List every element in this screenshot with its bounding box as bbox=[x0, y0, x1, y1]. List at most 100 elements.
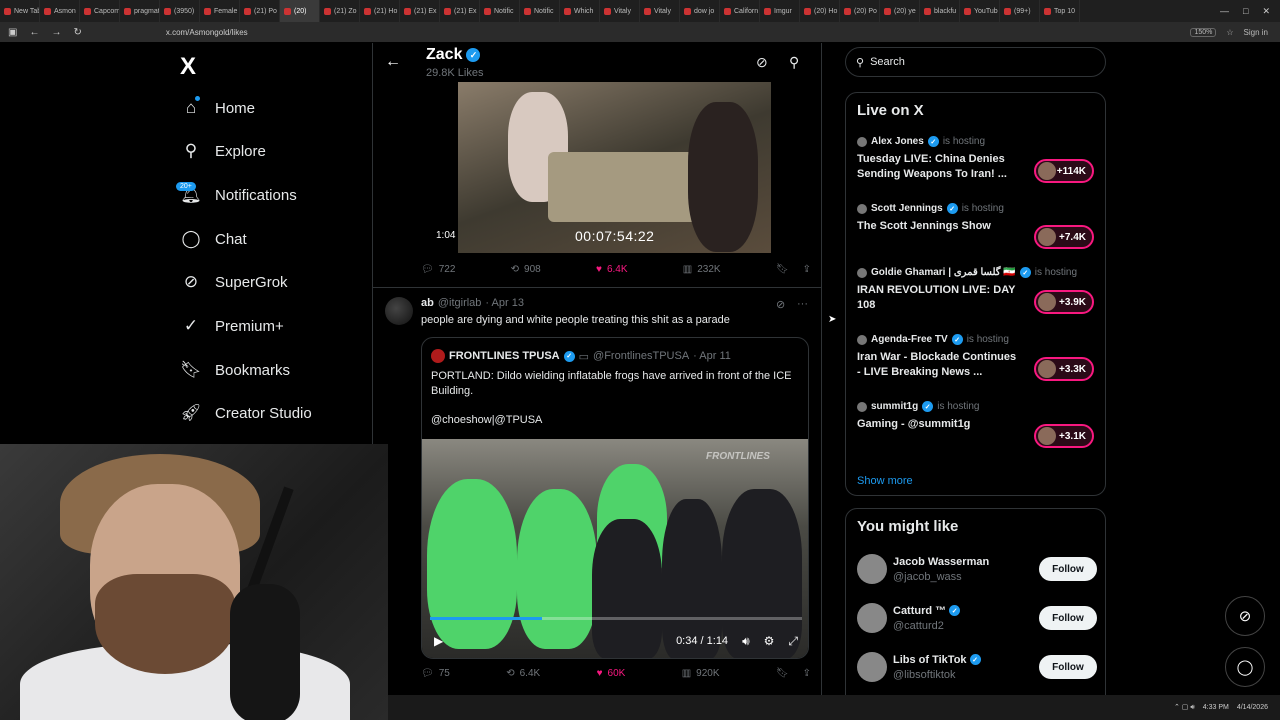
quoted-tweet[interactable]: FRONTLINES TPUSA ✓ ▭ @FrontlinesTPUSA · … bbox=[421, 337, 809, 659]
back-arrow-icon[interactable]: ← bbox=[385, 53, 401, 71]
browser-tab[interactable]: Top 10 bbox=[1040, 0, 1080, 22]
browser-tab[interactable]: (99+) bbox=[1000, 0, 1040, 22]
favorite-star-icon[interactable]: ☆ bbox=[1226, 28, 1233, 37]
live-title: Iran War - Blockade Continues - LIVE Bre… bbox=[857, 351, 1017, 378]
browser-tab[interactable]: New Tab bbox=[0, 0, 40, 22]
repost-button[interactable]: ⟲ 908 bbox=[511, 264, 541, 275]
video-frog bbox=[427, 479, 517, 649]
listener-count-pill[interactable]: +114K bbox=[1034, 159, 1094, 183]
tweet-video[interactable]: 1:04 00:07:54:22 bbox=[421, 82, 809, 253]
close-window-icon[interactable]: ✕ bbox=[1262, 6, 1270, 17]
sign-in-button[interactable]: Sign in bbox=[1244, 28, 1268, 37]
sidebar-item-explore[interactable]: ⚲ Explore bbox=[180, 137, 266, 165]
follow-button[interactable]: Follow bbox=[1039, 606, 1097, 630]
minimize-icon[interactable]: — bbox=[1220, 6, 1229, 17]
x-logo[interactable]: X bbox=[180, 53, 196, 81]
browser-tab[interactable]: Californ bbox=[720, 0, 760, 22]
play-icon[interactable]: ▶ bbox=[434, 634, 443, 648]
avatar[interactable] bbox=[385, 297, 413, 325]
suggestion-item[interactable]: Libs of TikTok ✓ @libsoftiktok Follow bbox=[857, 651, 1097, 683]
browser-tab[interactable]: (20) Po bbox=[840, 0, 880, 22]
browser-tab[interactable]: Female bbox=[200, 0, 240, 22]
fullscreen-icon[interactable]: ⤢ bbox=[788, 634, 798, 649]
messages-fab-button[interactable]: ◯ bbox=[1225, 647, 1265, 687]
reload-icon[interactable]: ↻ bbox=[73, 27, 81, 38]
maximize-icon[interactable]: □ bbox=[1243, 6, 1248, 17]
sidebar-item-chat[interactable]: ◯ Chat bbox=[180, 225, 246, 253]
sidebar-toggle-icon[interactable]: ▣ bbox=[8, 27, 17, 38]
browser-tab[interactable]: (3950) bbox=[160, 0, 200, 22]
browser-tab[interactable]: Asmon bbox=[40, 0, 80, 22]
url-field[interactable]: x.com/Asmongold/likes bbox=[166, 28, 248, 37]
suggestion-item[interactable]: Jacob Wasserman @jacob_wass Follow bbox=[857, 553, 1097, 585]
show-more-link[interactable]: Show more bbox=[857, 475, 913, 487]
views-button[interactable]: ▥ 232K bbox=[683, 264, 721, 275]
tweet-author-name[interactable]: ab bbox=[421, 297, 434, 309]
quoted-video[interactable]: FRONTLINES ▶ 0:34 / 1:14 🔊︎ ⚙ ⤢ bbox=[422, 439, 808, 658]
bookmark-icon[interactable]: 🔖︎ bbox=[776, 264, 789, 275]
search-box[interactable]: ⚲ bbox=[845, 47, 1106, 77]
share-icon[interactable]: ⇪ bbox=[803, 264, 811, 275]
sidebar-item-creator-studio[interactable]: 🚀︎ Creator Studio bbox=[180, 399, 312, 427]
browser-tab[interactable]: Imgur bbox=[760, 0, 800, 22]
browser-tab[interactable]: Vitaly bbox=[600, 0, 640, 22]
listener-count-pill[interactable]: +3.1K bbox=[1034, 424, 1094, 448]
search-input[interactable] bbox=[870, 56, 1071, 68]
avatar[interactable] bbox=[857, 652, 887, 682]
grok-icon[interactable]: ⊘ bbox=[776, 298, 785, 311]
browser-tab[interactable]: (21) Ho bbox=[360, 0, 400, 22]
more-icon[interactable]: ··· bbox=[797, 298, 808, 310]
browser-tab[interactable]: blackfu bbox=[920, 0, 960, 22]
zoom-indicator[interactable]: 150% bbox=[1190, 27, 1217, 37]
tweet-author-handle[interactable]: @itgirlab bbox=[438, 297, 482, 309]
repost-button[interactable]: ⟲ 6.4K bbox=[506, 668, 540, 679]
follow-button[interactable]: Follow bbox=[1039, 655, 1097, 679]
listener-count-pill[interactable]: +3.3K bbox=[1034, 357, 1094, 381]
grok-fab-button[interactable]: ⊘ bbox=[1225, 596, 1265, 636]
forward-icon[interactable]: → bbox=[51, 27, 61, 38]
browser-tab[interactable]: Notific bbox=[480, 0, 520, 22]
browser-tab[interactable]: Vitaly bbox=[640, 0, 680, 22]
video-progress-bar[interactable] bbox=[430, 617, 802, 620]
listener-count-pill[interactable]: +3.9K bbox=[1034, 290, 1094, 314]
sidebar-item-premium[interactable]: ✓ Premium+ bbox=[180, 312, 284, 340]
back-icon[interactable]: ← bbox=[29, 27, 39, 38]
avatar[interactable] bbox=[857, 554, 887, 584]
browser-tab[interactable]: YouTub bbox=[960, 0, 1000, 22]
share-icon[interactable]: ⇪ bbox=[803, 668, 811, 679]
browser-tab[interactable]: (21) Zo bbox=[320, 0, 360, 22]
suggestion-item[interactable]: Catturd ™ ✓ @catturd2 Follow bbox=[857, 602, 1097, 634]
like-button[interactable]: ♥ 6.4K bbox=[596, 264, 628, 275]
browser-tab[interactable]: Capcom bbox=[80, 0, 120, 22]
browser-tab[interactable]: dow jo bbox=[680, 0, 720, 22]
browser-tab[interactable]: Notific bbox=[520, 0, 560, 22]
volume-icon[interactable]: 🔊︎ bbox=[742, 634, 750, 649]
listener-count-pill[interactable]: +7.4K bbox=[1034, 225, 1094, 249]
reply-button[interactable]: 💬︎ 722 bbox=[421, 264, 455, 275]
views-button[interactable]: ▥ 920K bbox=[682, 668, 720, 679]
tweet-date[interactable]: · Apr 13 bbox=[485, 297, 524, 309]
search-icon[interactable]: ⚲ bbox=[789, 54, 799, 71]
browser-tab[interactable]: (20) ye bbox=[880, 0, 920, 22]
taskbar-date[interactable]: 4/14/2026 bbox=[1237, 704, 1268, 711]
browser-tab[interactable]: (21) Po bbox=[240, 0, 280, 22]
follow-button[interactable]: Follow bbox=[1039, 557, 1097, 581]
avatar[interactable] bbox=[857, 603, 887, 633]
browser-tab[interactable]: (21) Ex bbox=[400, 0, 440, 22]
sidebar-item-home[interactable]: ⌂ Home bbox=[180, 94, 255, 122]
browser-tab[interactable]: pragmat bbox=[120, 0, 160, 22]
reply-button[interactable]: 💬︎ 75 bbox=[421, 668, 450, 679]
settings-icon[interactable]: ⚙ bbox=[764, 634, 775, 648]
sidebar-item-supergrok[interactable]: ⊘ SuperGrok bbox=[180, 268, 288, 296]
taskbar-time[interactable]: 4:33 PM bbox=[1203, 704, 1229, 711]
browser-tab[interactable]: (21) Ex bbox=[440, 0, 480, 22]
browser-tab[interactable]: (20) Ho bbox=[800, 0, 840, 22]
browser-tab[interactable]: Which bbox=[560, 0, 600, 22]
grok-icon[interactable]: ⊘ bbox=[756, 54, 768, 71]
bookmark-icon[interactable]: 🔖︎ bbox=[776, 668, 789, 679]
tray-icons[interactable]: ⌃ ▢ 🔊︎ bbox=[1174, 703, 1195, 712]
like-button[interactable]: ♥ 60K bbox=[597, 668, 626, 679]
sidebar-item-notifications[interactable]: 🔔︎ Notifications bbox=[180, 181, 297, 209]
browser-tab[interactable]: (20) bbox=[280, 0, 320, 22]
sidebar-item-bookmarks[interactable]: 🔖︎ Bookmarks bbox=[180, 356, 290, 384]
